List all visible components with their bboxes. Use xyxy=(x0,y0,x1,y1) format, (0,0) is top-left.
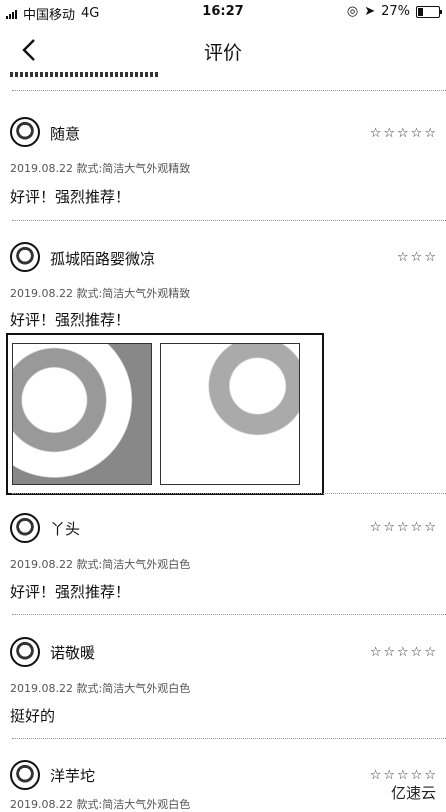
review-variant: 款式:简洁大气外观白色 xyxy=(76,558,191,571)
avatar xyxy=(10,117,40,147)
review-variant: 款式:简洁大气外观白色 xyxy=(76,798,191,811)
review-text: 好评！强烈推荐！ xyxy=(10,583,131,601)
review-text: 好评！强烈推荐！ xyxy=(10,311,131,329)
divider xyxy=(12,90,446,91)
star-rating: ☆☆☆☆☆ xyxy=(369,126,438,141)
battery-icon xyxy=(416,5,442,18)
divider xyxy=(12,614,446,615)
reviewer-name: 孤城陌路婴微凉 xyxy=(50,250,156,268)
status-bar: 中国移动 4G 16:27 ◎ ➤ 27% xyxy=(0,0,446,24)
review-meta: 2019.08.22 款式:简洁大气外观白色 xyxy=(10,680,190,696)
review-photo[interactable] xyxy=(12,343,152,485)
reviewer-name: 洋芋坨 xyxy=(50,767,96,785)
orientation-lock-icon: ◎ xyxy=(346,4,359,19)
star-rating: ☆☆☆☆☆ xyxy=(369,768,438,783)
review-date: 2019.08.22 xyxy=(10,287,73,300)
avatar xyxy=(10,760,40,790)
review-variant: 款式:简洁大气外观精致 xyxy=(76,162,191,175)
review-date: 2019.08.22 xyxy=(10,558,73,571)
reviewer-name: 丫头 xyxy=(50,520,81,538)
battery-fill xyxy=(418,7,423,16)
review-text: 好评！强烈推荐！ xyxy=(10,188,131,206)
reviewer-name: 诺敬暖 xyxy=(50,644,96,662)
divider xyxy=(12,738,446,739)
review-photo[interactable] xyxy=(160,343,300,485)
review-date: 2019.08.22 xyxy=(10,682,73,695)
location-icon: ➤ xyxy=(364,4,376,19)
page-title: 评价 xyxy=(203,42,242,64)
avatar xyxy=(10,513,40,543)
review-photos xyxy=(6,333,324,495)
nav-bar: 评价 xyxy=(0,24,446,76)
star-rating: ☆☆☆☆☆ xyxy=(369,520,438,535)
previous-review-cutoff xyxy=(10,70,370,78)
battery-percent: 27% xyxy=(381,4,410,19)
review-meta: 2019.08.22 款式:简洁大气外观白色 xyxy=(10,556,190,572)
review-meta: 2019.08.22 款式:简洁大气外观精致 xyxy=(10,285,190,301)
review-date: 2019.08.22 xyxy=(10,798,73,811)
avatar xyxy=(10,242,40,272)
avatar xyxy=(10,637,40,667)
review-variant: 款式:简洁大气外观白色 xyxy=(76,682,191,695)
review-meta: 2019.08.22 款式:简洁大气外观精致 xyxy=(10,160,190,176)
divider xyxy=(12,493,446,494)
reviewer-name: 随意 xyxy=(50,125,81,143)
divider xyxy=(12,220,446,221)
star-rating: ☆☆☆ xyxy=(397,250,438,265)
star-rating: ☆☆☆☆☆ xyxy=(369,645,438,660)
watermark: 亿速云 xyxy=(388,782,438,803)
status-right: ◎ ➤ 27% xyxy=(346,4,442,19)
review-meta: 2019.08.22 款式:简洁大气外观白色 xyxy=(10,796,190,812)
review-variant: 款式:简洁大气外观精致 xyxy=(76,287,191,300)
review-text: 挺好的 xyxy=(10,707,56,725)
review-date: 2019.08.22 xyxy=(10,162,73,175)
